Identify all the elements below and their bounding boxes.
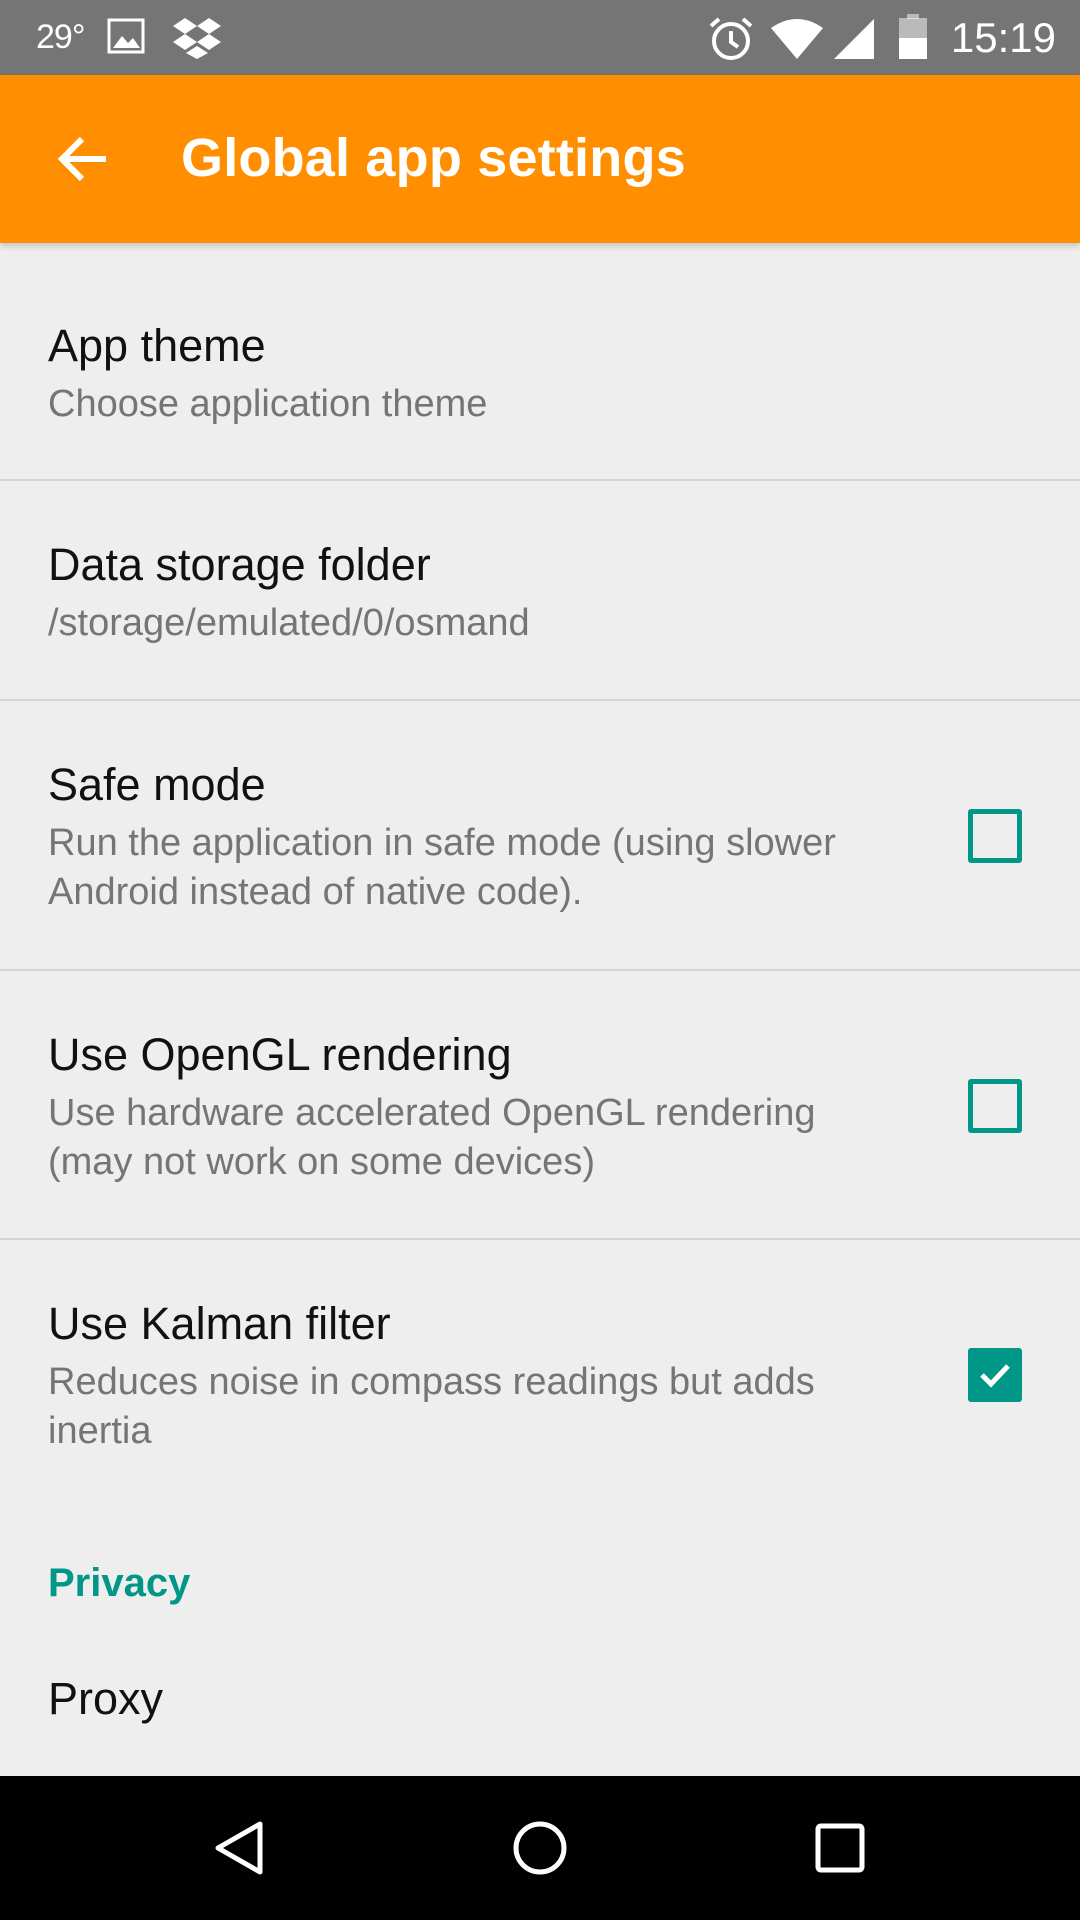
back-button[interactable] [50,125,118,193]
signal-icon [832,18,876,65]
alarm-icon [707,16,755,67]
pref-proxy[interactable]: Proxy [0,1633,1080,1776]
arrow-back-icon [58,136,106,182]
nav-back-button[interactable] [204,1812,276,1884]
opengl-checkbox[interactable] [968,1079,1022,1133]
safe-mode-checkbox[interactable] [968,809,1022,863]
home-circle-icon [513,1821,567,1875]
pref-opengl-rendering[interactable]: Use OpenGL rendering Use hardware accele… [0,971,1080,1239]
image-icon [106,16,146,61]
pref-app-theme[interactable]: App theme Choose application theme [0,243,1080,479]
clock-text: 15:19 [950,14,1056,61]
pref-title: Use OpenGL rendering [48,1029,512,1080]
temperature-text: 29° [36,18,85,56]
screen: 29° 15:19 Global app settings App theme … [0,0,1080,1920]
nav-home-button[interactable] [504,1812,576,1884]
settings-list[interactable]: Miscellaneous App theme Choose applicati… [0,243,1080,1776]
pref-summary: Reduces noise in compass readings but ad… [48,1361,815,1452]
navigation-bar [0,1776,1080,1920]
pref-title: Proxy [48,1673,164,1724]
back-triangle-icon [215,1821,263,1875]
pref-safe-mode[interactable]: Safe mode Run the application in safe mo… [0,701,1080,969]
kalman-filter-checkbox[interactable] [968,1348,1022,1402]
check-icon [980,1364,1010,1388]
pref-summary: Use hardware accelerated OpenGL renderin… [48,1092,816,1183]
pref-summary: Run the application in safe mode (using … [48,822,836,913]
pref-title: App theme [48,320,266,371]
dropbox-icon [172,16,222,65]
page-title: Global app settings [181,128,686,188]
recents-square-icon [815,1823,865,1873]
wifi-icon [770,18,824,65]
pref-title: Safe mode [48,759,266,810]
pref-kalman-filter[interactable]: Use Kalman filter Reduces noise in compa… [0,1240,1080,1480]
status-bar: 29° 15:19 [0,0,1080,75]
nav-recents-button[interactable] [804,1812,876,1884]
pref-title: Use Kalman filter [48,1298,391,1349]
app-bar: Global app settings [0,75,1080,243]
pref-data-storage-folder[interactable]: Data storage folder /storage/emulated/0/… [0,481,1080,699]
section-header-privacy: Privacy [48,1561,191,1605]
battery-icon [898,14,928,65]
pref-title: Data storage folder [48,539,431,590]
pref-summary: /storage/emulated/0/osmand [48,602,530,644]
pref-summary: Choose application theme [48,383,488,425]
